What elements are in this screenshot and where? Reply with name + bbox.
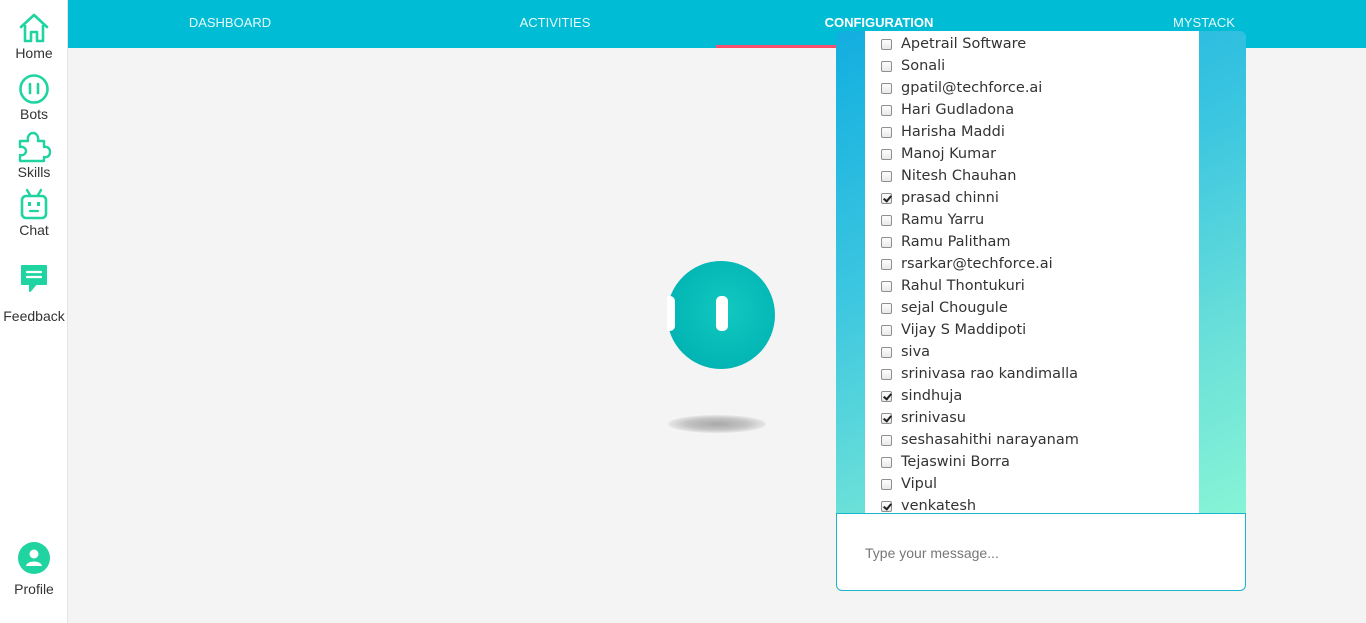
user-name-label: venkatesh [901, 498, 977, 513]
user-checkbox[interactable] [881, 192, 892, 204]
user-name-label: Harisha Maddi [901, 124, 1005, 140]
user-checkbox[interactable] [881, 280, 892, 292]
user-name-label: siva [901, 344, 931, 360]
user-checkbox[interactable] [881, 346, 892, 358]
user-name-label: srinivasu [901, 410, 966, 426]
list-item[interactable]: sindhuja [865, 385, 1199, 407]
chat-panel: Apetrail Software Sonali gpatil@techforce.… [836, 31, 1246, 513]
user-checkbox[interactable] [881, 478, 892, 490]
list-item[interactable]: Nitesh Chauhan [865, 165, 1199, 187]
user-checkbox[interactable] [881, 390, 892, 402]
sidebar-item-feedback[interactable]: Feedback [0, 262, 68, 324]
sidebar-item-label: Profile [14, 581, 54, 597]
user-name-label: Vijay S Maddipoti [901, 322, 1027, 338]
user-name-label: rsarkar@techforce.ai [901, 256, 1053, 272]
list-item[interactable]: seshasahithi narayanam [865, 429, 1199, 451]
user-name-label: seshasahithi narayanam [901, 432, 1079, 448]
user-checkbox[interactable] [881, 412, 892, 424]
list-item[interactable]: Harisha Maddi [865, 121, 1199, 143]
user-checkbox[interactable] [881, 38, 892, 50]
list-item[interactable]: sejal Chougule [865, 297, 1199, 319]
user-name-label: gpatil@techforce.ai [901, 80, 1043, 96]
user-name-label: Tejaswini Borra [901, 454, 1010, 470]
user-checkbox[interactable] [881, 214, 892, 226]
user-name-label: Nitesh Chauhan [901, 168, 1017, 184]
user-name-label: Apetrail Software [901, 36, 1027, 52]
user-name-label: prasad chinni [901, 190, 999, 206]
user-checkbox[interactable] [881, 148, 892, 160]
user-checkbox[interactable] [881, 82, 892, 94]
sidebar-item-label: Home [15, 45, 53, 61]
user-name-label: Hari Gudladona [901, 102, 1015, 118]
sidebar-item-label: Feedback [3, 308, 65, 324]
list-item[interactable]: rsarkar@techforce.ai [865, 253, 1199, 275]
message-box [836, 513, 1246, 591]
list-item[interactable]: srinivasa rao kandimalla [865, 363, 1199, 385]
list-item[interactable]: Ramu Yarru [865, 209, 1199, 231]
user-checkbox[interactable] [881, 236, 892, 248]
list-item[interactable]: prasad chinni [865, 187, 1199, 209]
user-name-label: Sonali [901, 58, 946, 74]
user-checkbox[interactable] [881, 324, 892, 336]
list-item[interactable]: Vijay S Maddipoti [865, 319, 1199, 341]
user-name-label: sindhuja [901, 388, 963, 404]
user-checkbox[interactable] [881, 302, 892, 314]
sidebar-item-skills[interactable]: Skills [0, 131, 68, 180]
user-checkbox[interactable] [881, 500, 892, 512]
user-checkbox[interactable] [881, 456, 892, 468]
sidebar-item-home[interactable]: Home [0, 12, 68, 61]
sidebar-item-label: Bots [19, 106, 48, 122]
list-item[interactable]: siva [865, 341, 1199, 363]
list-item[interactable]: Vipul [865, 473, 1199, 495]
sidebar-item-bots[interactable]: Bots [0, 73, 68, 122]
user-name-label: Rahul Thontukuri [901, 278, 1025, 294]
robot-chat-icon [20, 188, 48, 220]
list-item[interactable]: Apetrail Software [865, 33, 1199, 55]
user-name-label: Manoj Kumar [901, 146, 997, 162]
user-name-label: sejal Chougule [901, 300, 1008, 316]
user-name-label: Ramu Palitham [901, 234, 1011, 250]
bot-shadow [668, 415, 766, 433]
message-input[interactable] [865, 542, 1225, 564]
list-item[interactable]: Rahul Thontukuri [865, 275, 1199, 297]
user-checkbox[interactable] [881, 434, 892, 446]
sidebar-item-label: Chat [19, 222, 49, 238]
home-icon [19, 13, 49, 43]
user-checkbox[interactable] [881, 60, 892, 72]
sidebar-item-profile[interactable]: Profile [0, 541, 68, 597]
sidebar: Home Bots Skills Chat Feedback Profile [0, 0, 68, 623]
user-checkbox[interactable] [881, 126, 892, 138]
tab-activities[interactable]: ACTIVITIES [495, 0, 615, 48]
user-checkbox[interactable] [881, 258, 892, 270]
list-item[interactable]: srinivasu [865, 407, 1199, 429]
bot-icon [19, 74, 49, 104]
list-item[interactable]: venkatesh [865, 495, 1199, 513]
active-tab-indicator [716, 45, 846, 48]
user-name-label: Vipul [901, 476, 938, 492]
user-checkbox[interactable] [881, 170, 892, 182]
user-name-label: srinivasa rao kandimalla [901, 366, 1079, 382]
tab-dashboard[interactable]: DASHBOARD [170, 0, 290, 48]
puzzle-icon [18, 131, 51, 163]
list-item[interactable]: Sonali [865, 55, 1199, 77]
user-checkbox[interactable] [881, 104, 892, 116]
user-select-list: Apetrail Software Sonali gpatil@techforce.… [865, 31, 1199, 513]
list-item[interactable]: Hari Gudladona [865, 99, 1199, 121]
list-item[interactable]: Ramu Palitham [865, 231, 1199, 253]
list-item[interactable]: Manoj Kumar [865, 143, 1199, 165]
list-item[interactable]: gpatil@techforce.ai [865, 77, 1199, 99]
user-icon [18, 542, 50, 574]
list-item[interactable]: Tejaswini Borra [865, 451, 1199, 473]
sidebar-item-label: Skills [17, 164, 51, 180]
feedback-icon [21, 265, 47, 292]
user-name-label: Ramu Yarru [901, 212, 985, 228]
user-checkbox[interactable] [881, 368, 892, 380]
bot-mascot-icon [667, 261, 775, 369]
sidebar-item-chat[interactable]: Chat [0, 188, 68, 238]
